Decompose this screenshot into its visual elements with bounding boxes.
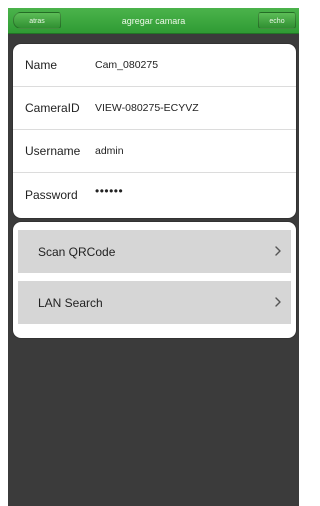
chevron-right-icon xyxy=(275,297,281,307)
app-screen: atras agregar camara echo Name Cam_08027… xyxy=(8,8,299,506)
chevron-right-icon xyxy=(275,246,281,256)
cameraid-label: CameraID xyxy=(25,101,80,115)
done-button[interactable]: echo xyxy=(258,12,296,29)
add-method-card: Scan QRCode LAN Search xyxy=(13,222,296,338)
lan-search-label: LAN Search xyxy=(38,295,103,310)
top-bar: atras agregar camara echo xyxy=(8,8,299,34)
password-label: Password xyxy=(25,187,78,202)
page-title: agregar camara xyxy=(121,16,186,26)
name-field[interactable]: Cam_080275 xyxy=(95,59,158,71)
scan-qrcode-label: Scan QRCode xyxy=(38,244,116,259)
lan-search-item[interactable]: LAN Search xyxy=(18,281,291,324)
name-row[interactable]: Name Cam_080275 xyxy=(13,44,296,87)
scan-qrcode-item[interactable]: Scan QRCode xyxy=(18,230,291,273)
camera-details-card: Name Cam_080275 CameraID VIEW-080275-ECY… xyxy=(13,44,296,218)
cameraid-field[interactable]: VIEW-080275-ECYVZ xyxy=(95,102,199,114)
password-row[interactable]: Password •••••• xyxy=(13,173,296,216)
username-label: Username xyxy=(25,144,81,158)
username-field[interactable]: admin xyxy=(95,145,124,157)
password-field[interactable]: •••••• xyxy=(95,184,123,198)
username-row[interactable]: Username admin xyxy=(13,130,296,173)
name-label: Name xyxy=(25,58,58,72)
cameraid-row[interactable]: CameraID VIEW-080275-ECYVZ xyxy=(13,87,296,130)
